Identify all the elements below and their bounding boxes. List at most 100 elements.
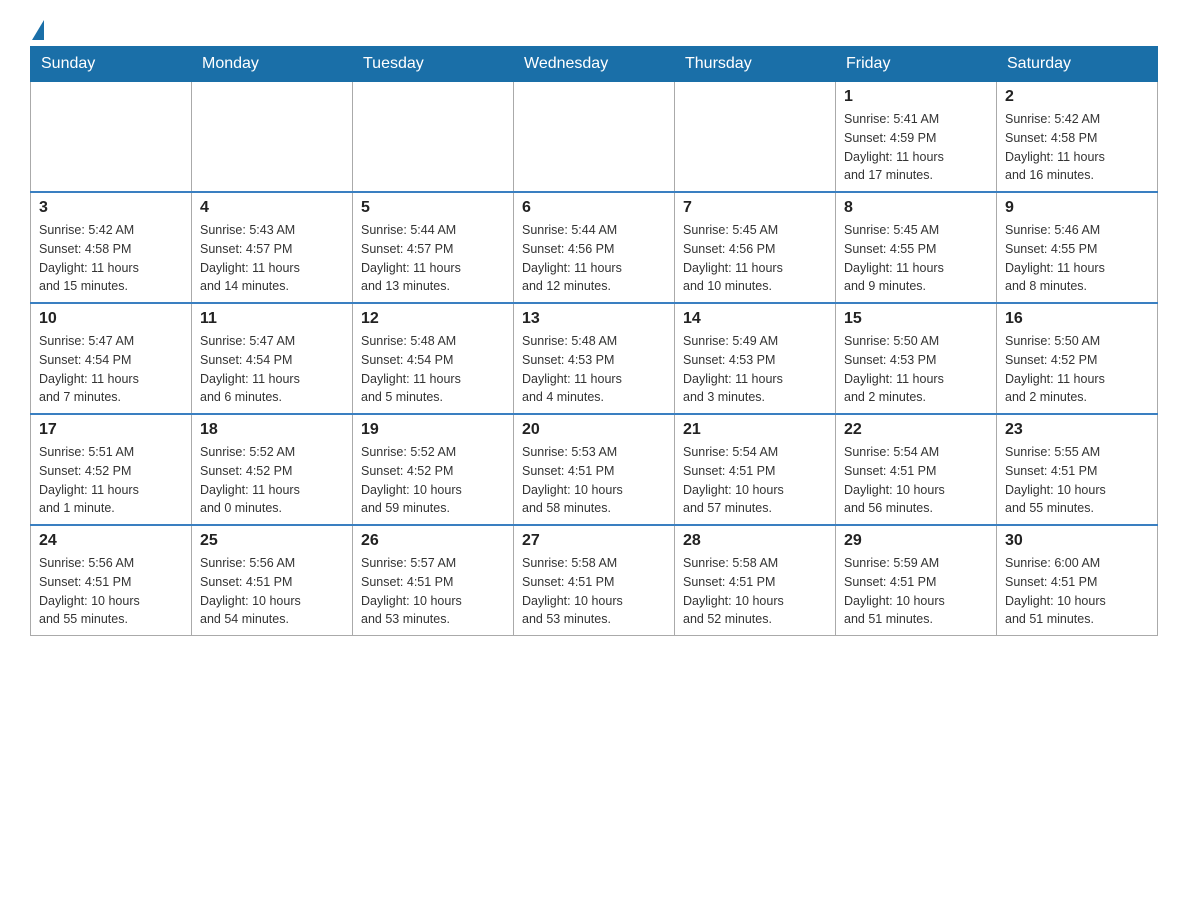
day-number: 5 — [361, 199, 505, 217]
day-number: 2 — [1005, 88, 1149, 106]
calendar-cell: 18 Sunrise: 5:52 AM Sunset: 4:52 PM Dayli… — [192, 414, 353, 525]
calendar-cell: 11Sunrise: 5:47 AM Sunset: 4:54 PM Dayli… — [192, 303, 353, 414]
calendar-cell — [514, 82, 675, 193]
calendar-cell: 28Sunrise: 5:58 AM Sunset: 4:51 PM Dayli… — [675, 525, 836, 636]
day-info: Sunrise: 5:49 AM Sunset: 4:53 PM Dayligh… — [683, 332, 827, 407]
day-number: 12 — [361, 310, 505, 328]
day-number: 21 — [683, 421, 827, 439]
calendar-cell: 3 Sunrise: 5:42 AM Sunset: 4:58 PM Daylig… — [31, 192, 192, 303]
calendar-cell: 23 Sunrise: 5:55 AM Sunset: 4:51 PM Dayli… — [997, 414, 1158, 525]
day-info: Sunrise: 5:45 AM Sunset: 4:55 PM Dayligh… — [844, 221, 988, 296]
day-number: 25 — [200, 532, 344, 550]
weekday-header-sunday: Sunday — [31, 47, 192, 82]
day-info: Sunrise: 5:58 AM Sunset: 4:51 PM Dayligh… — [522, 554, 666, 629]
calendar-table: SundayMondayTuesdayWednesdayThursdayFrid… — [30, 46, 1158, 636]
day-number: 8 — [844, 199, 988, 217]
calendar-cell: 20 Sunrise: 5:53 AM Sunset: 4:51 PM Dayli… — [514, 414, 675, 525]
day-number: 9 — [1005, 199, 1149, 217]
calendar-week-row: 3 Sunrise: 5:42 AM Sunset: 4:58 PM Daylig… — [31, 192, 1158, 303]
weekday-header-friday: Friday — [836, 47, 997, 82]
calendar-cell — [192, 82, 353, 193]
day-info: Sunrise: 5:43 AM Sunset: 4:57 PM Dayligh… — [200, 221, 344, 296]
calendar-cell — [353, 82, 514, 193]
day-info: Sunrise: 5:42 AM Sunset: 4:58 PM Dayligh… — [39, 221, 183, 296]
day-info: Sunrise: 5:50 AM Sunset: 4:53 PM Dayligh… — [844, 332, 988, 407]
day-number: 27 — [522, 532, 666, 550]
day-info: Sunrise: 5:56 AM Sunset: 4:51 PM Dayligh… — [200, 554, 344, 629]
calendar-cell — [31, 82, 192, 193]
day-info: Sunrise: 5:41 AM Sunset: 4:59 PM Dayligh… — [844, 110, 988, 185]
calendar-cell: 16 Sunrise: 5:50 AM Sunset: 4:52 PM Dayli… — [997, 303, 1158, 414]
day-number: 3 — [39, 199, 183, 217]
calendar-week-row: 10 Sunrise: 5:47 AM Sunset: 4:54 PM Dayli… — [31, 303, 1158, 414]
calendar-cell: 1Sunrise: 5:41 AM Sunset: 4:59 PM Daylig… — [836, 82, 997, 193]
calendar-week-row: 24 Sunrise: 5:56 AM Sunset: 4:51 PM Dayli… — [31, 525, 1158, 636]
day-number: 23 — [1005, 421, 1149, 439]
day-info: Sunrise: 5:57 AM Sunset: 4:51 PM Dayligh… — [361, 554, 505, 629]
day-number: 24 — [39, 532, 183, 550]
calendar-cell: 26 Sunrise: 5:57 AM Sunset: 4:51 PM Dayli… — [353, 525, 514, 636]
weekday-header-saturday: Saturday — [997, 47, 1158, 82]
day-info: Sunrise: 5:58 AM Sunset: 4:51 PM Dayligh… — [683, 554, 827, 629]
day-number: 18 — [200, 421, 344, 439]
weekday-header-monday: Monday — [192, 47, 353, 82]
calendar-cell: 15 Sunrise: 5:50 AM Sunset: 4:53 PM Dayli… — [836, 303, 997, 414]
day-number: 20 — [522, 421, 666, 439]
day-info: Sunrise: 5:47 AM Sunset: 4:54 PM Dayligh… — [39, 332, 183, 407]
day-info: Sunrise: 5:56 AM Sunset: 4:51 PM Dayligh… — [39, 554, 183, 629]
calendar-cell: 27 Sunrise: 5:58 AM Sunset: 4:51 PM Dayli… — [514, 525, 675, 636]
calendar-cell: 12 Sunrise: 5:48 AM Sunset: 4:54 PM Dayli… — [353, 303, 514, 414]
calendar-cell: 14 Sunrise: 5:49 AM Sunset: 4:53 PM Dayli… — [675, 303, 836, 414]
day-info: Sunrise: 5:59 AM Sunset: 4:51 PM Dayligh… — [844, 554, 988, 629]
day-number: 30 — [1005, 532, 1149, 550]
day-info: Sunrise: 5:48 AM Sunset: 4:54 PM Dayligh… — [361, 332, 505, 407]
calendar-cell: 22Sunrise: 5:54 AM Sunset: 4:51 PM Dayli… — [836, 414, 997, 525]
calendar-cell: 5Sunrise: 5:44 AM Sunset: 4:57 PM Daylig… — [353, 192, 514, 303]
calendar-cell: 24 Sunrise: 5:56 AM Sunset: 4:51 PM Dayli… — [31, 525, 192, 636]
day-number: 17 — [39, 421, 183, 439]
day-info: Sunrise: 5:47 AM Sunset: 4:54 PM Dayligh… — [200, 332, 344, 407]
day-number: 10 — [39, 310, 183, 328]
calendar-cell: 2 Sunrise: 5:42 AM Sunset: 4:58 PM Daylig… — [997, 82, 1158, 193]
day-info: Sunrise: 6:00 AM Sunset: 4:51 PM Dayligh… — [1005, 554, 1149, 629]
calendar-cell: 7 Sunrise: 5:45 AM Sunset: 4:56 PM Daylig… — [675, 192, 836, 303]
calendar-cell: 17 Sunrise: 5:51 AM Sunset: 4:52 PM Dayli… — [31, 414, 192, 525]
day-info: Sunrise: 5:54 AM Sunset: 4:51 PM Dayligh… — [844, 443, 988, 518]
calendar-cell: 21 Sunrise: 5:54 AM Sunset: 4:51 PM Dayli… — [675, 414, 836, 525]
day-number: 29 — [844, 532, 988, 550]
day-info: Sunrise: 5:52 AM Sunset: 4:52 PM Dayligh… — [200, 443, 344, 518]
calendar-week-row: 17 Sunrise: 5:51 AM Sunset: 4:52 PM Dayli… — [31, 414, 1158, 525]
logo — [30, 20, 44, 36]
calendar-cell: 25 Sunrise: 5:56 AM Sunset: 4:51 PM Dayli… — [192, 525, 353, 636]
day-info: Sunrise: 5:42 AM Sunset: 4:58 PM Dayligh… — [1005, 110, 1149, 185]
weekday-header-tuesday: Tuesday — [353, 47, 514, 82]
day-info: Sunrise: 5:53 AM Sunset: 4:51 PM Dayligh… — [522, 443, 666, 518]
weekday-header-thursday: Thursday — [675, 47, 836, 82]
page-header — [30, 20, 1158, 36]
day-info: Sunrise: 5:55 AM Sunset: 4:51 PM Dayligh… — [1005, 443, 1149, 518]
calendar-cell: 19Sunrise: 5:52 AM Sunset: 4:52 PM Dayli… — [353, 414, 514, 525]
day-info: Sunrise: 5:51 AM Sunset: 4:52 PM Dayligh… — [39, 443, 183, 518]
calendar-cell: 29 Sunrise: 5:59 AM Sunset: 4:51 PM Dayli… — [836, 525, 997, 636]
day-number: 14 — [683, 310, 827, 328]
weekday-header-wednesday: Wednesday — [514, 47, 675, 82]
calendar-cell: 10 Sunrise: 5:47 AM Sunset: 4:54 PM Dayli… — [31, 303, 192, 414]
calendar-cell: 9 Sunrise: 5:46 AM Sunset: 4:55 PM Daylig… — [997, 192, 1158, 303]
calendar-week-row: 1Sunrise: 5:41 AM Sunset: 4:59 PM Daylig… — [31, 82, 1158, 193]
day-number: 15 — [844, 310, 988, 328]
day-info: Sunrise: 5:45 AM Sunset: 4:56 PM Dayligh… — [683, 221, 827, 296]
day-number: 13 — [522, 310, 666, 328]
calendar-cell — [675, 82, 836, 193]
day-info: Sunrise: 5:54 AM Sunset: 4:51 PM Dayligh… — [683, 443, 827, 518]
day-info: Sunrise: 5:46 AM Sunset: 4:55 PM Dayligh… — [1005, 221, 1149, 296]
calendar-cell: 30 Sunrise: 6:00 AM Sunset: 4:51 PM Dayli… — [997, 525, 1158, 636]
day-info: Sunrise: 5:50 AM Sunset: 4:52 PM Dayligh… — [1005, 332, 1149, 407]
day-number: 16 — [1005, 310, 1149, 328]
calendar-cell: 8 Sunrise: 5:45 AM Sunset: 4:55 PM Daylig… — [836, 192, 997, 303]
day-info: Sunrise: 5:44 AM Sunset: 4:56 PM Dayligh… — [522, 221, 666, 296]
day-number: 26 — [361, 532, 505, 550]
day-number: 7 — [683, 199, 827, 217]
calendar-cell: 4Sunrise: 5:43 AM Sunset: 4:57 PM Daylig… — [192, 192, 353, 303]
day-number: 19 — [361, 421, 505, 439]
calendar-cell: 6Sunrise: 5:44 AM Sunset: 4:56 PM Daylig… — [514, 192, 675, 303]
